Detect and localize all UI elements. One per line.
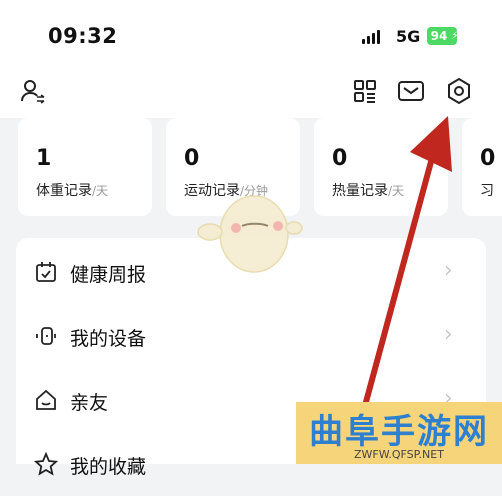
- watermark-title: 曲阜手游网: [309, 412, 489, 452]
- user-switch-icon[interactable]: [18, 76, 48, 106]
- settings-icon[interactable]: [444, 76, 474, 106]
- qr-code-icon[interactable]: [350, 76, 380, 106]
- menu-item-label: 健康周报: [70, 264, 147, 286]
- stat-card-calorie[interactable]: 0 热量记录/天: [314, 118, 448, 216]
- home-icon: [34, 388, 58, 412]
- stat-label: 习: [480, 183, 494, 199]
- mascot-illustration: [196, 186, 304, 276]
- watermark-url: ZWFW.QFSP.NET: [354, 448, 444, 461]
- battery-level: 94: [430, 29, 448, 43]
- network-type: 5G: [396, 27, 421, 46]
- stat-value: 0: [480, 146, 496, 171]
- chevron-right-icon: ›: [444, 258, 453, 283]
- stat-card-weight[interactable]: 1 体重记录/天: [18, 118, 152, 216]
- calendar-icon: [34, 260, 58, 284]
- stat-value: 1: [36, 146, 52, 171]
- mail-icon[interactable]: [396, 76, 426, 106]
- site-watermark: 曲阜手游网 ZWFW.QFSP.NET: [296, 402, 502, 464]
- star-icon: [33, 451, 59, 476]
- stat-card-habit[interactable]: 0 习: [462, 118, 502, 216]
- status-time: 09:32: [48, 24, 118, 48]
- device-icon: [34, 324, 58, 348]
- chevron-right-icon: ›: [444, 322, 453, 347]
- menu-item-label: 我的收藏: [70, 456, 147, 478]
- menu-item-devices[interactable]: 我的设备 ›: [16, 304, 486, 368]
- stat-value: 0: [184, 146, 200, 171]
- stat-label: 热量记录/天: [332, 183, 405, 199]
- stat-value: 0: [332, 146, 348, 171]
- status-bar: 09:32 5G 94 ⚡: [0, 0, 502, 70]
- signal-icon: [362, 30, 380, 44]
- stat-label: 体重记录/天: [36, 183, 109, 199]
- top-toolbar: [0, 70, 502, 118]
- charging-icon: ⚡: [451, 29, 459, 42]
- menu-item-label: 亲友: [70, 392, 109, 414]
- menu-item-label: 我的设备: [70, 328, 147, 350]
